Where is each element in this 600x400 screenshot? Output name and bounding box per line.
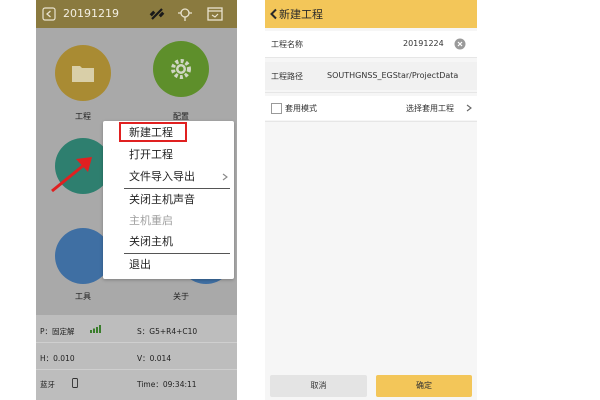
template-mode-label: 套用模式	[285, 104, 317, 113]
template-mode-checkbox[interactable]	[271, 103, 282, 114]
right-header-bar: 新建工程	[265, 0, 477, 28]
project-path-label: 工程路径	[271, 72, 303, 81]
chevron-right-icon	[466, 104, 472, 112]
project-app-button[interactable]	[55, 45, 111, 101]
signal-icon	[90, 325, 101, 333]
menu-item-exit[interactable]: 退出	[103, 255, 234, 275]
confirm-button[interactable]: 确定	[376, 375, 472, 397]
project-name-label: 工程名称	[271, 40, 303, 49]
config-app-button[interactable]	[153, 41, 209, 97]
project-name-row[interactable]: 工程名称 20191224	[265, 31, 477, 57]
red-arrow-annotation	[51, 157, 92, 193]
status-divider	[36, 342, 237, 343]
menu-item-label: 退出	[129, 258, 151, 271]
menu-item-label: 关闭主机	[129, 235, 173, 248]
phone-icon	[72, 378, 78, 388]
template-mode-row: 套用模式 选择套用工程	[265, 96, 477, 120]
page-title: 新建工程	[279, 8, 323, 21]
left-phone-screen: 20191219 工程 配置 工具 关于 新建工程 打开工程 文件导入导出 关闭…	[36, 0, 237, 400]
clear-icon[interactable]	[454, 38, 466, 50]
project-name-input[interactable]: 20191224	[403, 39, 444, 48]
left-header-bar: 20191219	[36, 0, 237, 28]
tools-app-label: 工具	[75, 292, 91, 301]
menu-item-mute-receiver[interactable]: 关闭主机声音	[103, 190, 234, 210]
project-path-row: 工程路径 SOUTHGNSS_EGStar/ProjectData	[265, 62, 477, 90]
menu-item-label: 新建工程	[129, 126, 173, 139]
menu-item-label: 关闭主机声音	[129, 193, 195, 206]
menu-item-open-project[interactable]: 打开工程	[103, 145, 234, 165]
row-divider	[265, 121, 477, 122]
status-divider	[36, 369, 237, 370]
menu-item-file-import-export[interactable]: 文件导入导出	[103, 167, 234, 187]
window-icon[interactable]	[206, 5, 224, 23]
chevron-right-icon	[222, 173, 228, 181]
cancel-button[interactable]: 取消	[270, 375, 367, 397]
status-panel: P：固定解 S：G5+R4+C10 H：0.010 V：0.014 蓝牙 Tim…	[36, 315, 237, 400]
project-popup-menu: 新建工程 打开工程 文件导入导出 关闭主机声音 主机重启 关闭主机 退出	[103, 121, 234, 279]
menu-item-label: 主机重启	[129, 214, 173, 227]
menu-divider	[124, 253, 230, 254]
header-date: 20191219	[63, 7, 119, 20]
select-template-link[interactable]: 选择套用工程	[406, 103, 454, 114]
right-phone-screen: 新建工程 工程名称 20191224 工程路径 SOUTHGNSS_EGStar…	[265, 0, 477, 400]
back-chevron-icon[interactable]	[269, 8, 279, 20]
project-path-value: SOUTHGNSS_EGStar/ProjectData	[327, 71, 459, 80]
row-divider	[265, 92, 477, 93]
bluetooth-label: 蓝牙	[40, 380, 55, 389]
menu-item-new-project[interactable]: 新建工程	[103, 123, 234, 143]
antenna-icon[interactable]	[176, 5, 194, 23]
menu-divider	[124, 188, 230, 189]
footer-bar: 取消 确定	[265, 370, 477, 400]
menu-item-label: 打开工程	[129, 148, 173, 161]
row-divider	[265, 57, 477, 58]
menu-item-shutdown-receiver[interactable]: 关闭主机	[103, 232, 234, 252]
about-app-label: 关于	[173, 292, 189, 301]
menu-item-label: 文件导入导出	[129, 170, 195, 183]
menu-item-restart-receiver: 主机重启	[103, 211, 234, 231]
gear-icon	[171, 59, 191, 79]
back-icon[interactable]	[42, 7, 56, 21]
satellite-count: S：G5+R4+C10	[137, 327, 198, 336]
horizontal-precision: H：0.010	[40, 354, 75, 363]
satellite-icon[interactable]	[148, 5, 166, 23]
position-status: P：固定解	[40, 327, 75, 336]
vertical-precision: V：0.014	[137, 354, 172, 363]
folder-icon	[72, 66, 94, 82]
time-readout: Time：09:34:11	[137, 380, 197, 389]
